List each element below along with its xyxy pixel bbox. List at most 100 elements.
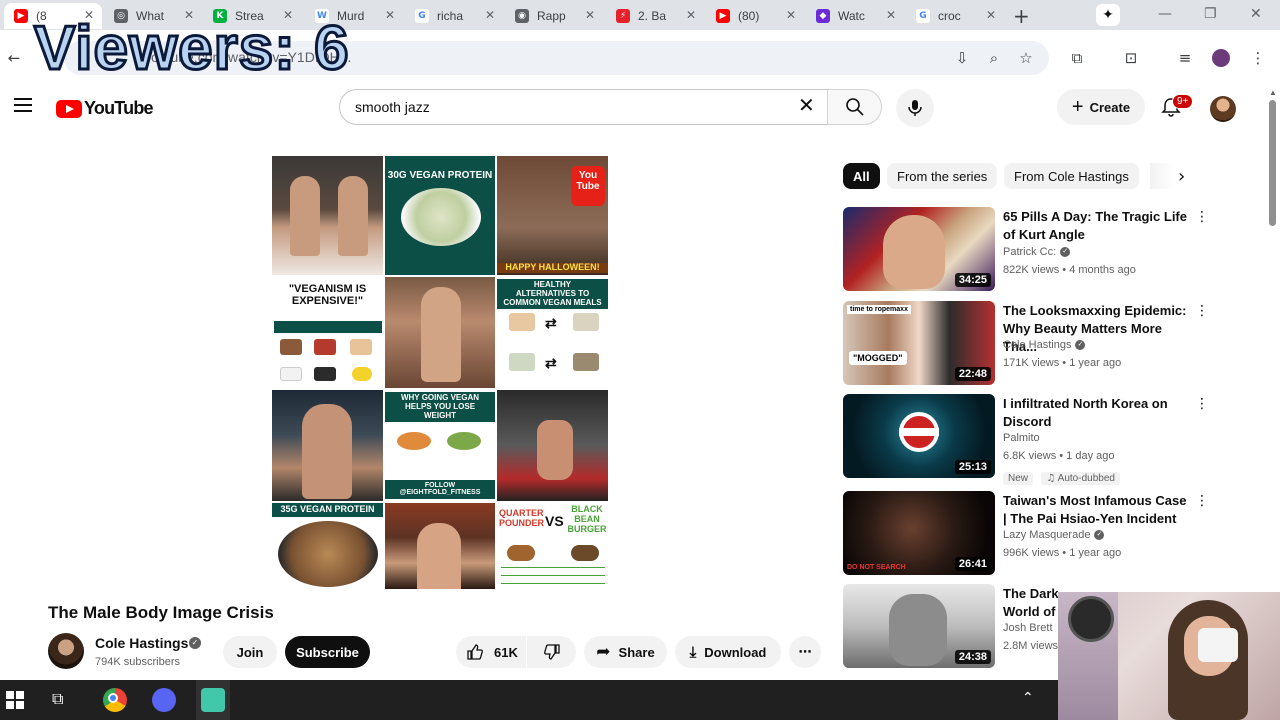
browser-tab[interactable]: ◆ Watc ✕	[806, 3, 904, 29]
rec-thumbnail[interactable]: 25:13	[843, 394, 995, 478]
rec-thumbnail[interactable]: 24:38	[843, 584, 995, 668]
close-tab-icon[interactable]: ✕	[686, 8, 696, 22]
windows-start-icon[interactable]	[6, 691, 24, 709]
collage-tile-veganism: "VEGANISM IS EXPENSIVE!"	[271, 276, 384, 389]
voice-search-button[interactable]	[896, 89, 934, 127]
close-tab-icon[interactable]: ✕	[986, 8, 996, 22]
collage-vs-text: VS	[545, 513, 564, 529]
chrome-menu-icon[interactable]: ⋮	[1248, 48, 1268, 68]
recommendation-item[interactable]: 34:25 65 Pills A Day: The Tragic Life of…	[843, 207, 1213, 297]
create-button[interactable]: + Create	[1057, 89, 1145, 125]
rec-thumbnail[interactable]: 34:25	[843, 207, 995, 291]
recommendation-item[interactable]: 25:13 I infiltrated North Korea on Disco…	[843, 394, 1213, 485]
channel-name[interactable]: Cole Hastings	[95, 635, 188, 651]
video-player[interactable]: 30G VEGAN PROTEIN You Tube HAPPY HALLOWE…	[271, 155, 609, 590]
rec-thumbnail[interactable]: DO NOT SEARCH 26:41	[843, 491, 995, 575]
gemini-icon[interactable]: ✦	[1096, 4, 1120, 26]
search-button[interactable]	[827, 89, 882, 125]
close-tab-icon[interactable]: ✕	[786, 8, 796, 22]
browser-tab[interactable]: Gricha ✕	[405, 3, 503, 29]
discord-taskbar-icon[interactable]	[152, 688, 176, 712]
rec-title[interactable]: The Dark World of Unrealistic Male Bod..…	[1003, 585, 1061, 621]
task-view-icon[interactable]: ⧉	[52, 689, 63, 709]
rec-channel[interactable]: Cole Hastings ✓	[1003, 339, 1086, 351]
rec-channel[interactable]: Lazy Masquerade ✓	[1003, 529, 1105, 541]
youtube-wordmark: YouTube	[84, 98, 154, 118]
collage-tile-photo3	[271, 389, 384, 502]
channel-avatar[interactable]	[48, 633, 84, 669]
filter-chip[interactable]: From Cole Hastings	[1004, 163, 1139, 189]
rec-channel[interactable]: Patrick Cc: ✓	[1003, 246, 1071, 258]
join-button[interactable]: Join	[223, 636, 277, 668]
chrome-taskbar-icon[interactable]	[103, 688, 127, 712]
zoom-icon[interactable]: ⌕	[984, 48, 1004, 68]
back-icon[interactable]: ←	[4, 48, 24, 68]
system-tray-chevron-icon[interactable]: ⌃	[1022, 690, 1034, 706]
install-app-icon[interactable]: ⇩	[952, 48, 972, 68]
close-tab-icon[interactable]: ✕	[886, 8, 896, 22]
collage-protein-text: 30G VEGAN PROTEIN	[387, 170, 493, 181]
restore-icon[interactable]: ❐	[1204, 6, 1217, 22]
media-controls-icon[interactable]: ≡	[1175, 48, 1195, 68]
extensions-icon[interactable]: ⧉	[1067, 48, 1087, 68]
share-label: Share	[618, 644, 655, 660]
close-tab-icon[interactable]: ✕	[585, 8, 595, 22]
clear-search-icon[interactable]: ✕	[798, 95, 815, 115]
kebab-menu-icon[interactable]: ⋮	[1195, 493, 1209, 509]
chip-overflow-fade	[1150, 163, 1174, 189]
collage-tile-protein2: 35G VEGAN PROTEIN	[271, 502, 384, 590]
rec-thumbnail[interactable]: time to ropemaxx "MOGGED" 22:48	[843, 301, 995, 385]
collage-tile-photo	[271, 155, 384, 276]
kebab-menu-icon[interactable]: ⋮	[1195, 396, 1209, 412]
tab-search-icon[interactable]: ⊡	[1121, 48, 1141, 68]
minimize-icon[interactable]: —	[1158, 6, 1172, 22]
plus-icon: +	[1071, 96, 1084, 118]
close-tab-icon[interactable]: ✕	[485, 8, 495, 22]
subscribe-button[interactable]: Subscribe	[285, 636, 370, 668]
tab-label: croc	[938, 9, 961, 23]
more-actions-button[interactable]: ⋯	[789, 636, 821, 668]
recommendation-item[interactable]: DO NOT SEARCH 26:41 Taiwan's Most Infamo…	[843, 491, 1213, 581]
collage-tile-halloween: You Tube HAPPY HALLOWEEN!	[496, 155, 609, 276]
search-input[interactable]	[355, 90, 775, 124]
verified-check-icon: ✓	[1075, 340, 1086, 351]
youtube-play-icon	[56, 99, 82, 118]
page-scrollbar[interactable]: ▲	[1266, 86, 1280, 680]
filter-chip[interactable]: From the series	[887, 163, 998, 189]
dislike-button[interactable]	[527, 636, 576, 668]
like-button[interactable]: 61K	[456, 636, 526, 668]
scroll-up-icon[interactable]: ▲	[1269, 88, 1277, 97]
microphone-icon	[908, 100, 922, 116]
browser-tab[interactable]: ◉ Rapp ✕	[505, 3, 603, 29]
download-button[interactable]: ⤓ Download	[675, 636, 781, 668]
close-tab-icon[interactable]: ✕	[385, 8, 395, 22]
browser-tab[interactable]: ▶ (80) ✕	[706, 3, 804, 29]
close-window-icon[interactable]: ✕	[1250, 6, 1262, 22]
browser-tab[interactable]: Gcroc ✕	[906, 3, 1004, 29]
recommendation-item[interactable]: time to ropemaxx "MOGGED" 22:48 The Look…	[843, 301, 1213, 391]
profile-icon[interactable]	[1211, 48, 1231, 68]
rec-channel[interactable]: Palmito	[1003, 432, 1040, 444]
rec-channel[interactable]: Josh Brett	[1003, 622, 1053, 634]
dubbed-icon: ♫	[1046, 473, 1056, 484]
account-avatar[interactable]	[1210, 96, 1236, 122]
chevron-right-icon[interactable]: ›	[1178, 166, 1185, 187]
share-button[interactable]: ➦ Share	[584, 636, 667, 668]
filter-chip[interactable]: All	[843, 163, 880, 189]
collage-tile-alternatives: HEALTHY ALTERNATIVES TO COMMON VEGAN MEA…	[496, 276, 609, 389]
rec-meta: 996K views • 1 year ago	[1003, 547, 1122, 559]
collage-tile-gym	[496, 389, 609, 502]
scroll-thumb[interactable]	[1269, 100, 1276, 226]
browser-tab[interactable]: ⚡ 2. Ba ✕	[606, 3, 704, 29]
youtube-logo[interactable]: YouTube	[56, 98, 154, 119]
rec-title[interactable]: 65 Pills A Day: The Tragic Life of Kurt …	[1003, 208, 1189, 244]
rec-title[interactable]: I infiltrated North Korea on Discord	[1003, 395, 1189, 431]
kebab-menu-icon[interactable]: ⋮	[1195, 303, 1209, 319]
kebab-menu-icon[interactable]: ⋮	[1195, 209, 1209, 225]
hamburger-menu-icon[interactable]	[14, 98, 32, 112]
duration-badge: 22:48	[954, 367, 991, 381]
new-tab-button[interactable]: +	[1013, 4, 1030, 28]
tab-label: richa	[437, 9, 464, 23]
rec-title[interactable]: Taiwan's Most Infamous Case | The Pai Hs…	[1003, 492, 1189, 528]
bookmark-star-icon[interactable]: ☆	[1016, 48, 1036, 68]
